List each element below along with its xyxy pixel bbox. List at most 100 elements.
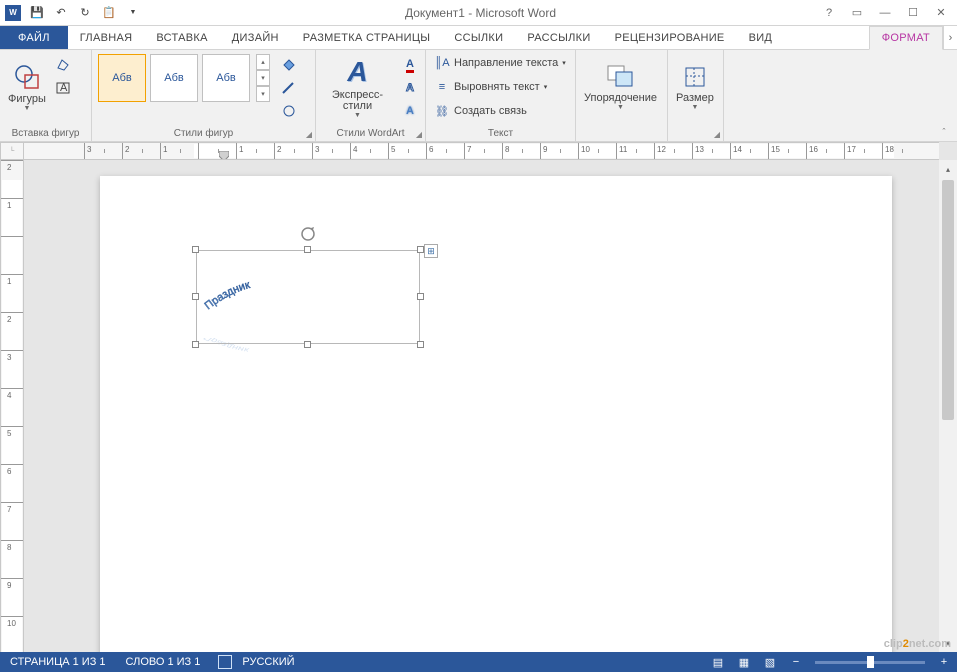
- status-language[interactable]: РУССКИЙ: [232, 656, 304, 668]
- shape-outline-button[interactable]: [278, 77, 300, 99]
- resize-handle-sw[interactable]: [192, 341, 199, 348]
- text-box-button[interactable]: A: [52, 77, 74, 99]
- paste-button[interactable]: 📋: [98, 2, 120, 24]
- resize-handle-n[interactable]: [304, 246, 311, 253]
- resize-handle-ne[interactable]: [417, 246, 424, 253]
- group-insert-shapes: Фигуры ▼ A Вставка фигур: [0, 50, 92, 141]
- group-label-text: Текст: [430, 125, 571, 141]
- shape-styles-launcher[interactable]: ◢: [306, 130, 312, 139]
- text-outline-button[interactable]: A: [399, 77, 421, 99]
- tab-home[interactable]: ГЛАВНАЯ: [68, 26, 145, 49]
- tab-references[interactable]: ССЫЛКИ: [442, 26, 515, 49]
- collapse-ribbon[interactable]: ˆ: [935, 125, 953, 139]
- zoom-out[interactable]: −: [783, 652, 809, 672]
- vertical-scrollbar[interactable]: ▴ ▾: [939, 160, 957, 652]
- resize-handle-s[interactable]: [304, 341, 311, 348]
- zoom-in[interactable]: +: [931, 652, 957, 672]
- edit-shape-button[interactable]: [52, 54, 74, 76]
- shape-style-3[interactable]: Абв: [202, 54, 250, 102]
- shape-style-gallery: Абв Абв Абв ▴ ▾ ▾: [96, 52, 272, 104]
- resize-handle-se[interactable]: [417, 341, 424, 348]
- group-shape-styles: Абв Абв Абв ▴ ▾ ▾ Стили фигур ◢: [92, 50, 316, 141]
- layout-options-button[interactable]: ⊞: [424, 244, 438, 258]
- tabs-more[interactable]: ›: [943, 26, 957, 49]
- edit-shape-icon: [56, 58, 70, 72]
- align-text-button[interactable]: ≡Выровнять текст▾: [430, 76, 571, 98]
- rotate-handle[interactable]: [300, 226, 316, 242]
- shape-effects-button[interactable]: [278, 100, 300, 122]
- shapes-icon: [13, 63, 41, 91]
- size-launcher[interactable]: ◢: [714, 130, 720, 139]
- redo-button[interactable]: ↻: [74, 2, 96, 24]
- wordart-styles-launcher[interactable]: ◢: [416, 130, 422, 139]
- vertical-ruler[interactable]: 211234567891011121314: [0, 160, 24, 652]
- create-link-button[interactable]: ⛓Создать связь: [430, 100, 571, 122]
- title-bar: W 💾 ↶ ↻ 📋 ▼ Документ1 - Microsoft Word ?…: [0, 0, 957, 26]
- tab-insert[interactable]: ВСТАВКА: [144, 26, 219, 49]
- help-button[interactable]: ?: [817, 3, 841, 23]
- shape-style-2[interactable]: Абв: [150, 54, 198, 102]
- wordart-a-icon: A: [347, 56, 367, 88]
- resize-handle-w[interactable]: [192, 293, 199, 300]
- view-print-layout[interactable]: ▦: [731, 652, 757, 672]
- qat-customize[interactable]: ▼: [122, 2, 144, 24]
- page[interactable]: Праздник Праздник: [100, 176, 892, 652]
- selection-outline: [196, 250, 420, 344]
- shape-style-1[interactable]: Абв: [98, 54, 146, 102]
- group-label-size: [672, 125, 719, 141]
- shape-fill-button[interactable]: [278, 54, 300, 76]
- view-read-mode[interactable]: ▤: [705, 652, 731, 672]
- wordart-object[interactable]: Праздник Праздник: [196, 250, 420, 344]
- shapes-button[interactable]: Фигуры ▼: [4, 52, 50, 122]
- window-controls: ? ▭ — ☐ ✕: [817, 3, 953, 23]
- text-box-icon: A: [56, 81, 70, 95]
- tab-design[interactable]: ДИЗАЙН: [220, 26, 291, 49]
- gallery-scroll-up[interactable]: ▴: [256, 54, 270, 70]
- resize-handle-e[interactable]: [417, 293, 424, 300]
- minimize-button[interactable]: —: [873, 3, 897, 23]
- group-label-arrange: [580, 125, 663, 141]
- view-web-layout[interactable]: ▧: [757, 652, 783, 672]
- tab-file[interactable]: ФАЙЛ: [0, 26, 68, 49]
- ruler-corner[interactable]: └: [0, 142, 24, 160]
- document-area[interactable]: Праздник Праздник: [24, 160, 939, 652]
- zoom-slider[interactable]: [815, 661, 925, 664]
- status-page[interactable]: СТРАНИЦА 1 ИЗ 1: [0, 656, 116, 668]
- text-effects-button[interactable]: A: [399, 100, 421, 122]
- maximize-button[interactable]: ☐: [901, 3, 925, 23]
- text-direction-button[interactable]: ║AНаправление текста▾: [430, 52, 571, 74]
- status-word-count[interactable]: СЛОВО 1 ИЗ 1: [116, 656, 211, 668]
- group-size: Размер ▼ ◢: [668, 50, 724, 141]
- indent-marker[interactable]: [219, 151, 229, 160]
- wordart-quick-styles[interactable]: A Экспресс-стили ▼: [320, 52, 395, 122]
- macro-recording-icon[interactable]: [218, 655, 232, 669]
- close-button[interactable]: ✕: [929, 3, 953, 23]
- group-label-shape-styles: Стили фигур: [96, 125, 311, 141]
- link-icon: ⛓: [434, 105, 450, 118]
- tab-format[interactable]: ФОРМАТ: [869, 26, 943, 50]
- text-fill-button[interactable]: A: [399, 54, 421, 76]
- resize-handle-nw[interactable]: [192, 246, 199, 253]
- watermark: clip2net.com: [884, 636, 951, 650]
- quick-access-toolbar: 💾 ↶ ↻ 📋 ▼: [26, 2, 144, 24]
- scroll-up-button[interactable]: ▴: [939, 160, 957, 178]
- ribbon: Фигуры ▼ A Вставка фигур Абв Абв Абв ▴ ▾…: [0, 50, 957, 142]
- tab-review[interactable]: РЕЦЕНЗИРОВАНИЕ: [603, 26, 737, 49]
- undo-button[interactable]: ↶: [50, 2, 72, 24]
- arrange-button[interactable]: Упорядочение ▼: [580, 52, 661, 122]
- save-button[interactable]: 💾: [26, 2, 48, 24]
- ribbon-display-options[interactable]: ▭: [845, 3, 869, 23]
- tab-page-layout[interactable]: РАЗМЕТКА СТРАНИЦЫ: [291, 26, 443, 49]
- gallery-more[interactable]: ▾: [256, 86, 270, 102]
- group-arrange: Упорядочение ▼: [576, 50, 668, 141]
- word-app-icon: W: [5, 5, 21, 21]
- tab-view[interactable]: ВИД: [737, 26, 785, 49]
- size-button[interactable]: Размер ▼: [672, 52, 718, 122]
- effects-icon: [281, 104, 297, 118]
- tab-mailings[interactable]: РАССЫЛКИ: [515, 26, 602, 49]
- horizontal-ruler[interactable]: 321123456789101112131415161718: [24, 142, 939, 160]
- zoom-thumb[interactable]: [867, 656, 874, 668]
- scroll-thumb[interactable]: [942, 180, 954, 420]
- ribbon-tabs: ФАЙЛ ГЛАВНАЯ ВСТАВКА ДИЗАЙН РАЗМЕТКА СТР…: [0, 26, 957, 50]
- gallery-scroll-down[interactable]: ▾: [256, 70, 270, 86]
